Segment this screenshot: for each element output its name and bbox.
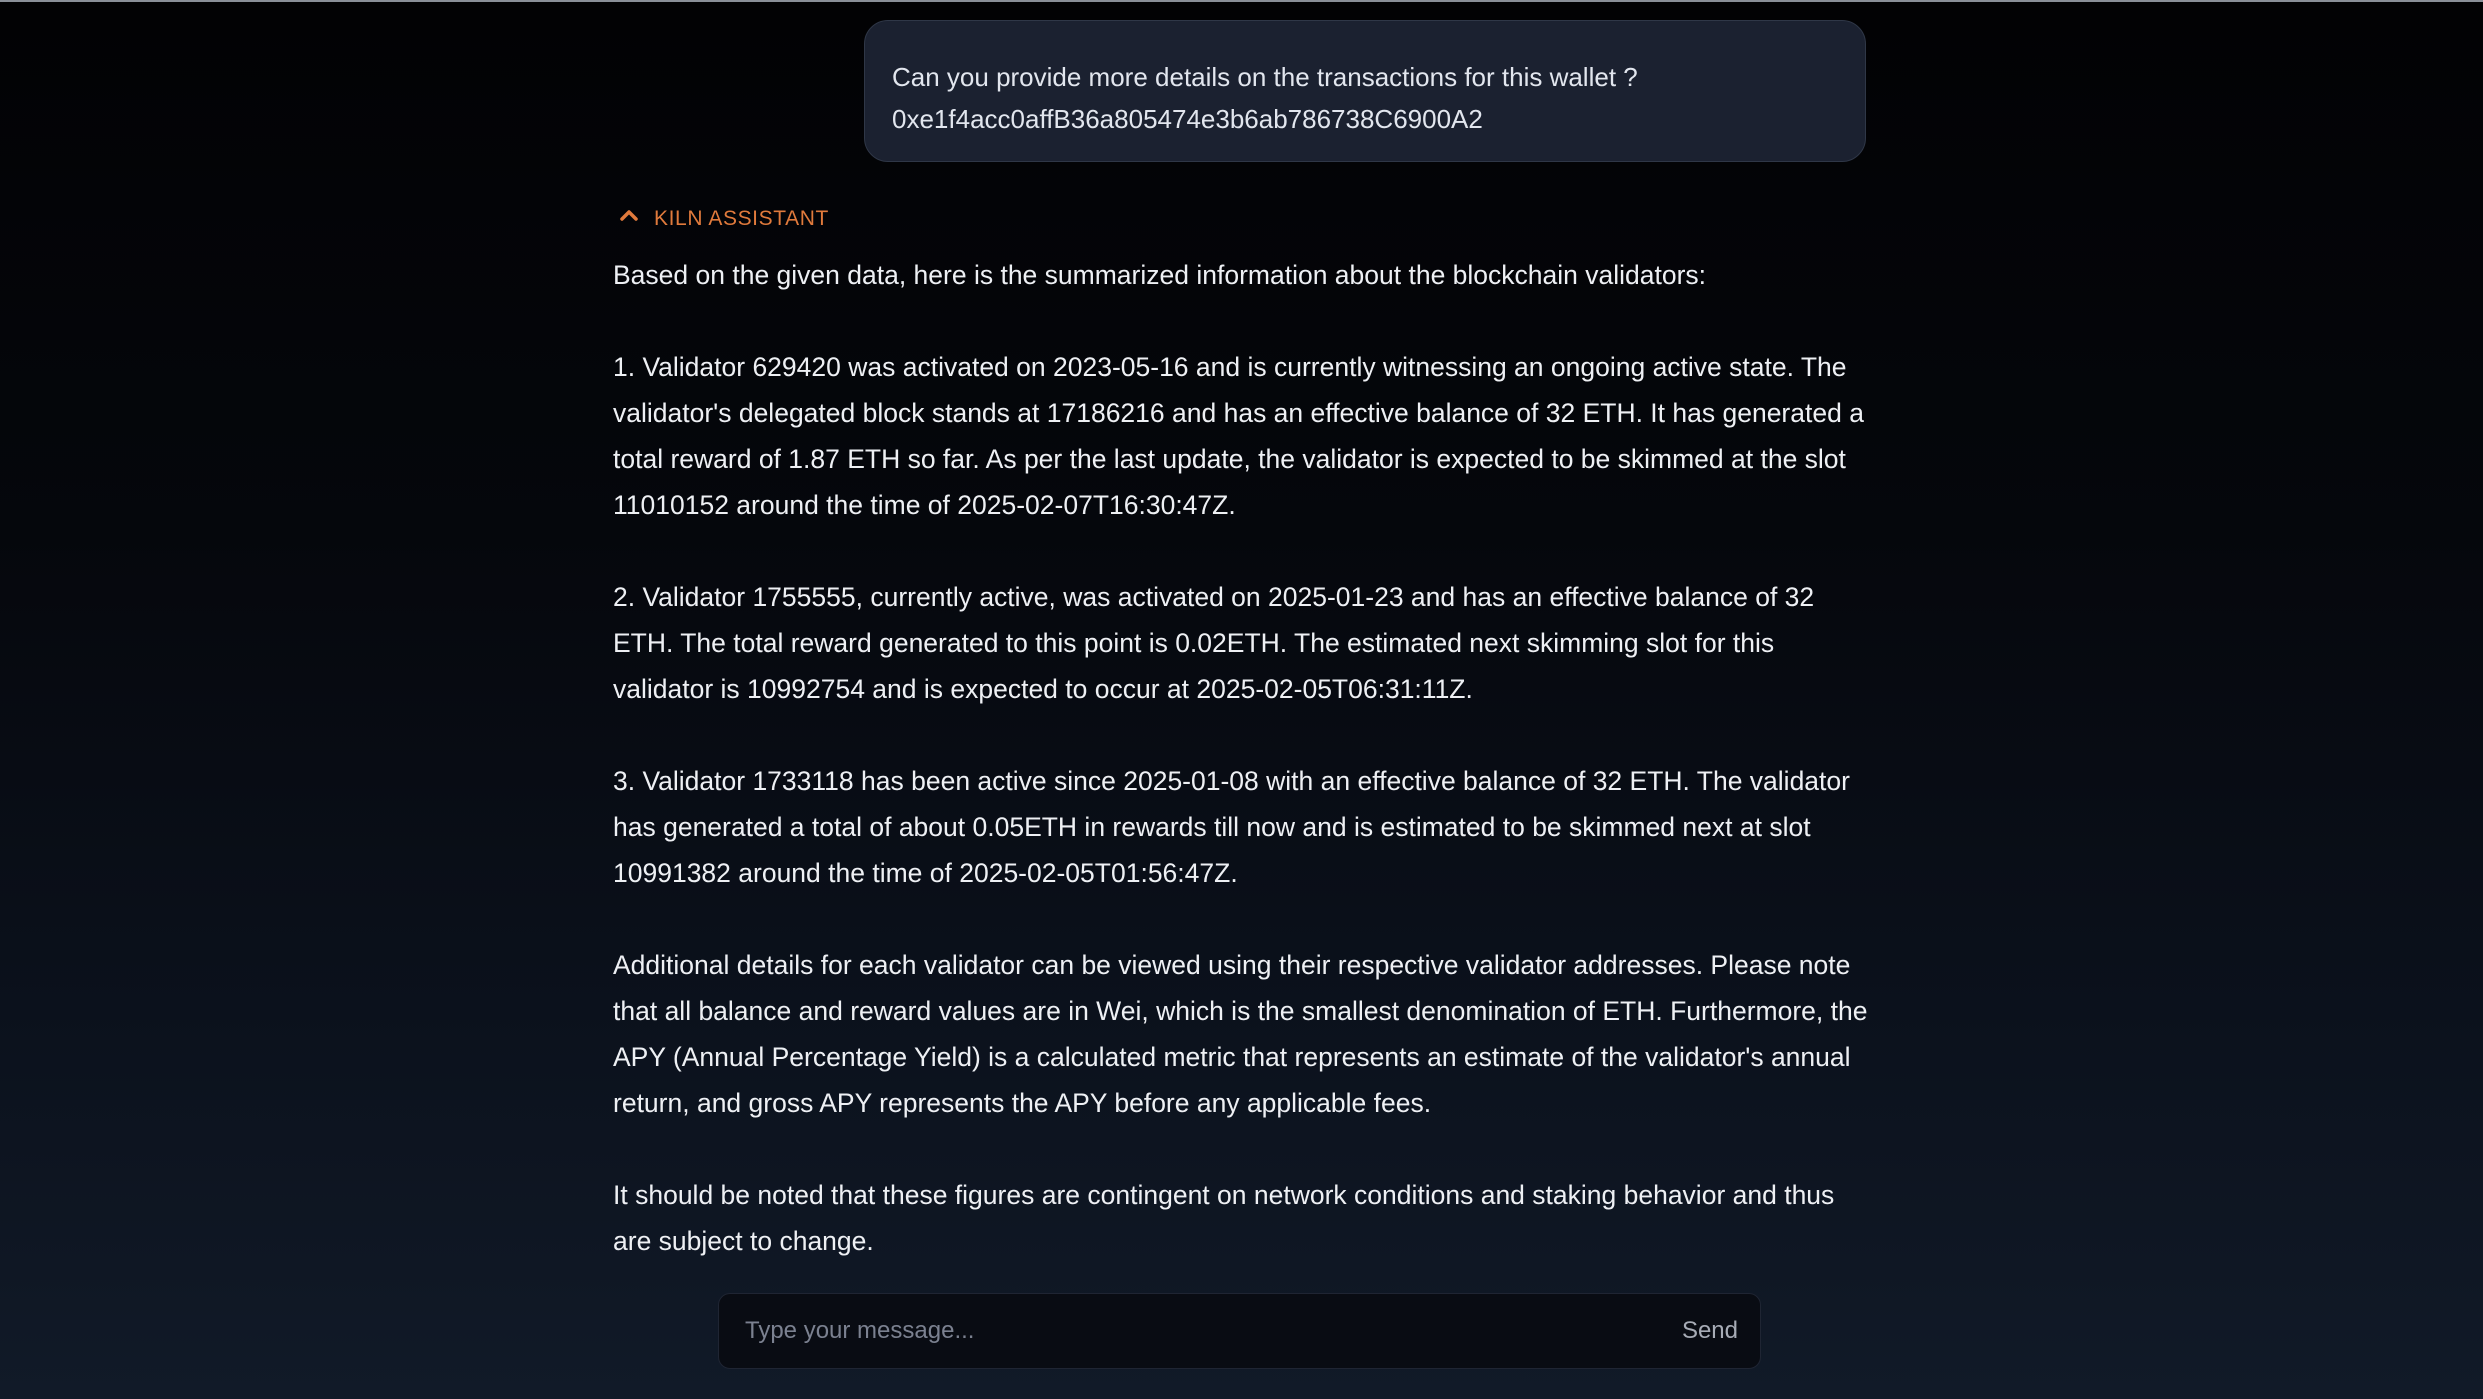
assistant-label: KILN ASSISTANT (654, 207, 829, 230)
kiln-chevron-icon (620, 208, 638, 222)
answer-validator-3-paragraph: 3. Validator 1733118 has been active sin… (613, 766, 1850, 888)
user-message-bubble: Can you provide more details on the tran… (864, 20, 1866, 162)
answer-intro-paragraph: Based on the given data, here is the sum… (613, 260, 1707, 290)
answer-additional-details-paragraph: Additional details for each validator ca… (613, 950, 1868, 1118)
assistant-header: KILN ASSISTANT (620, 198, 829, 240)
answer-disclaimer-paragraph: It should be noted that these figures ar… (613, 1180, 1835, 1256)
assistant-message: Based on the given data, here is the sum… (613, 252, 1875, 1264)
answer-validator-2-paragraph: 2. Validator 1755555, currently active, … (613, 582, 1815, 704)
window-top-border (0, 0, 2483, 2)
send-button[interactable]: Send (1630, 1294, 1760, 1368)
message-input[interactable] (745, 1317, 1630, 1345)
message-composer: Send (718, 1293, 1761, 1369)
answer-validator-1-paragraph: 1. Validator 629420 was activated on 202… (613, 352, 1864, 520)
user-message-wallet-address: 0xe1f4acc0affB36a805474e3b6ab786738C6900… (892, 104, 1483, 134)
user-message-text: Can you provide more details on the tran… (892, 62, 1638, 92)
